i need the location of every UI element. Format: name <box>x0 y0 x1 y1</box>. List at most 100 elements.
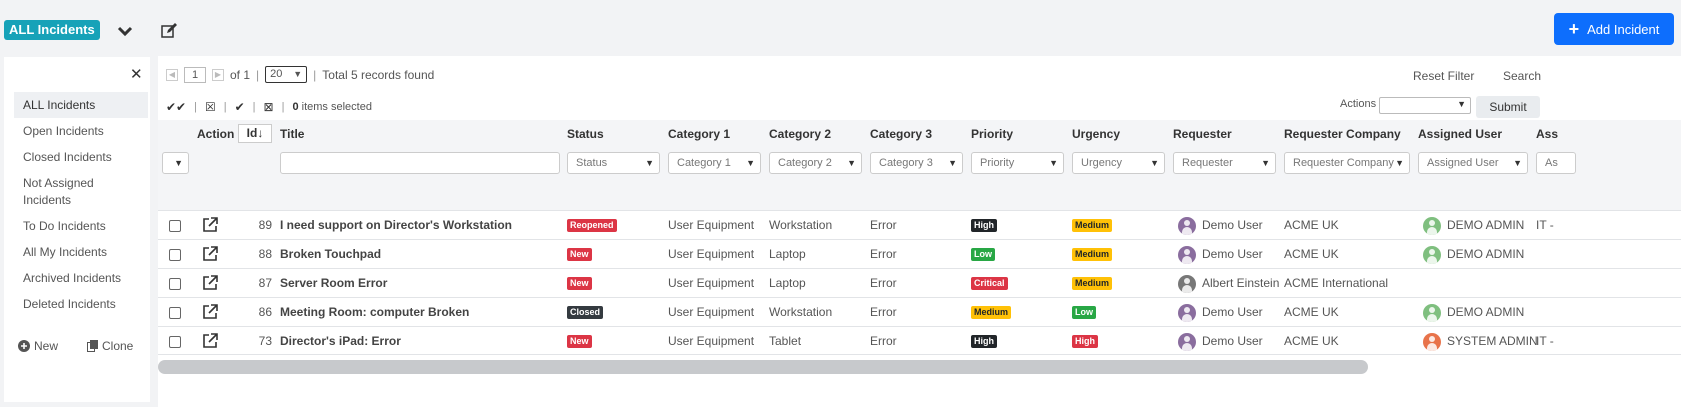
assigned-user-filter[interactable]: Assigned User ▼ <box>1418 152 1528 174</box>
actions-select[interactable]: ▼ <box>1379 97 1471 114</box>
column-header-requester[interactable]: Requester <box>1173 127 1232 141</box>
chevron-down-icon: ▼ <box>1150 158 1159 168</box>
column-header-category-3[interactable]: Category 3 <box>870 127 932 141</box>
column-header-id[interactable]: Id↓ <box>238 124 272 143</box>
close-icon[interactable]: ✕ <box>130 65 143 83</box>
table-row[interactable]: 86 Meeting Room: computer Broken Closed Use… <box>158 297 1681 326</box>
cell-title[interactable]: Broken Touchpad <box>280 240 381 269</box>
cell-cat3: Error <box>870 334 897 348</box>
status-badge: New <box>567 335 592 349</box>
avatar <box>1178 332 1196 351</box>
cell-title[interactable]: I need support on Director's Workstation <box>280 211 512 240</box>
row-checkbox[interactable] <box>169 336 181 348</box>
urgency-filter[interactable]: Urgency ▼ <box>1072 152 1165 174</box>
sidebar: ✕ ALL Incidents Open Incidents Closed In… <box>4 57 150 402</box>
requester-filter[interactable]: Requester ▼ <box>1173 152 1276 174</box>
sidebar-item-to-do-incidents[interactable]: To Do Incidents <box>14 218 148 235</box>
sidebar-item-closed-incidents[interactable]: Closed Incidents <box>14 149 148 166</box>
horizontal-scrollbar[interactable] <box>158 360 1368 374</box>
table-row[interactable]: 87 Server Room Error New User Equipment Lapt… <box>158 268 1681 297</box>
title-filter-input[interactable] <box>280 152 560 174</box>
cell-urgency: Medium <box>1072 240 1113 269</box>
sidebar-item-all-incidents[interactable]: ALL Incidents <box>14 92 148 118</box>
check-all-icon[interactable]: ✔✔ <box>166 100 186 114</box>
cell-id: 87 <box>258 276 272 290</box>
row-checkbox[interactable] <box>169 220 181 232</box>
external-link-icon[interactable] <box>202 246 218 262</box>
row-checkbox[interactable] <box>169 249 181 261</box>
category-3-filter[interactable]: Category 3 ▼ <box>870 152 963 174</box>
search-link[interactable]: Search <box>1503 69 1541 83</box>
sidebar-item-all-my-incidents[interactable]: All My Incidents <box>14 244 148 261</box>
column-header-assigned-group[interactable]: Ass <box>1536 127 1558 141</box>
table-row[interactable]: 73 Director's iPad: Error New User Equipmen… <box>158 326 1681 355</box>
cell-assigned: SYSTEM ADMIN <box>1423 327 1538 356</box>
priority-badge: High <box>971 335 997 349</box>
table-row[interactable]: 89 I need support on Director's Workstati… <box>158 210 1681 239</box>
urgency-badge: Medium <box>1072 219 1113 233</box>
column-header-status[interactable]: Status <box>567 127 604 141</box>
row-checkbox[interactable] <box>169 278 181 290</box>
external-link-icon[interactable] <box>202 275 218 291</box>
external-link-icon[interactable] <box>202 333 218 349</box>
cell-id: 86 <box>258 305 272 319</box>
cell-company: ACME UK <box>1284 218 1339 232</box>
table-row[interactable]: 88 Broken Touchpad New User Equipment Laptop… <box>158 239 1681 268</box>
external-link-icon[interactable] <box>202 217 218 233</box>
chevron-down-icon: ▼ <box>645 158 654 168</box>
add-incident-button[interactable]: + Add Incident <box>1554 13 1674 45</box>
cell-priority: Medium <box>971 298 1012 327</box>
column-header-action: Action <box>197 127 235 141</box>
sidebar-item-open-incidents[interactable]: Open Incidents <box>14 123 148 140</box>
cell-id: 73 <box>258 334 272 348</box>
sidebar-item-not-assigned-incidents[interactable]: Not Assigned Incidents <box>14 175 104 209</box>
check-icon[interactable]: ✔ <box>235 100 245 114</box>
cell-title[interactable]: Meeting Room: computer Broken <box>280 298 469 327</box>
page-size-select[interactable]: 20 ▼ <box>265 66 308 83</box>
column-header-urgency[interactable]: Urgency <box>1072 127 1120 141</box>
divider: | <box>256 67 260 82</box>
column-header-requester-company[interactable]: Requester Company <box>1284 127 1401 141</box>
prev-page-icon[interactable]: ◀ <box>166 68 178 81</box>
sidebar-item-archived-incidents[interactable]: Archived Incidents <box>14 270 148 287</box>
category-3-filter-placeholder: Category 3 <box>879 157 933 169</box>
priority-filter[interactable]: Priority ▼ <box>971 152 1064 174</box>
cell-cat2: Tablet <box>769 334 802 348</box>
clone-button[interactable]: Clone <box>87 339 133 353</box>
cell-priority: High <box>971 327 997 356</box>
column-header-priority[interactable]: Priority <box>971 127 1013 141</box>
status-badge: New <box>567 248 592 262</box>
reset-filter-link[interactable]: Reset Filter <box>1413 69 1474 83</box>
status-filter[interactable]: Status ▼ <box>567 152 660 174</box>
requester-name: Demo User <box>1202 305 1263 319</box>
column-header-title[interactable]: Title <box>280 127 304 141</box>
column-header-category-2[interactable]: Category 2 <box>769 127 831 141</box>
column-header-category-1[interactable]: Category 1 <box>668 127 730 141</box>
divider <box>158 354 1681 355</box>
cell-title[interactable]: Server Room Error <box>280 269 387 298</box>
cell-requester: Demo User <box>1178 240 1263 269</box>
page-input[interactable]: 1 <box>184 66 206 83</box>
page-title[interactable]: ALL Incidents <box>4 20 100 40</box>
chevron-down-icon: ▼ <box>293 69 303 79</box>
clear-selection-icon[interactable]: ⊠ <box>264 100 274 114</box>
page-count: of 1 <box>230 67 251 82</box>
cell-status: Closed <box>567 298 604 327</box>
column-header-assigned-user[interactable]: Assigned User <box>1418 127 1502 141</box>
category-1-filter[interactable]: Category 1 ▼ <box>668 152 761 174</box>
next-page-icon[interactable]: ▶ <box>212 68 224 81</box>
uncheck-all-icon[interactable]: ☒ <box>205 100 216 114</box>
external-link-icon[interactable] <box>202 304 218 320</box>
new-button[interactable]: New <box>18 339 58 353</box>
row-filter-select[interactable]: ▼ <box>162 152 189 174</box>
category-2-filter[interactable]: Category 2 ▼ <box>769 152 862 174</box>
urgency-badge: Low <box>1072 306 1096 320</box>
cell-title[interactable]: Director's iPad: Error <box>280 327 401 356</box>
row-checkbox[interactable] <box>169 307 181 319</box>
submit-button[interactable]: Submit <box>1476 96 1540 118</box>
sidebar-item-deleted-incidents[interactable]: Deleted Incidents <box>14 296 148 313</box>
chevron-down-icon[interactable] <box>116 22 134 40</box>
requester-company-filter[interactable]: Requester Company ▼ <box>1284 152 1410 174</box>
edit-icon[interactable] <box>160 22 178 40</box>
assigned-group-filter[interactable]: As <box>1536 152 1576 174</box>
